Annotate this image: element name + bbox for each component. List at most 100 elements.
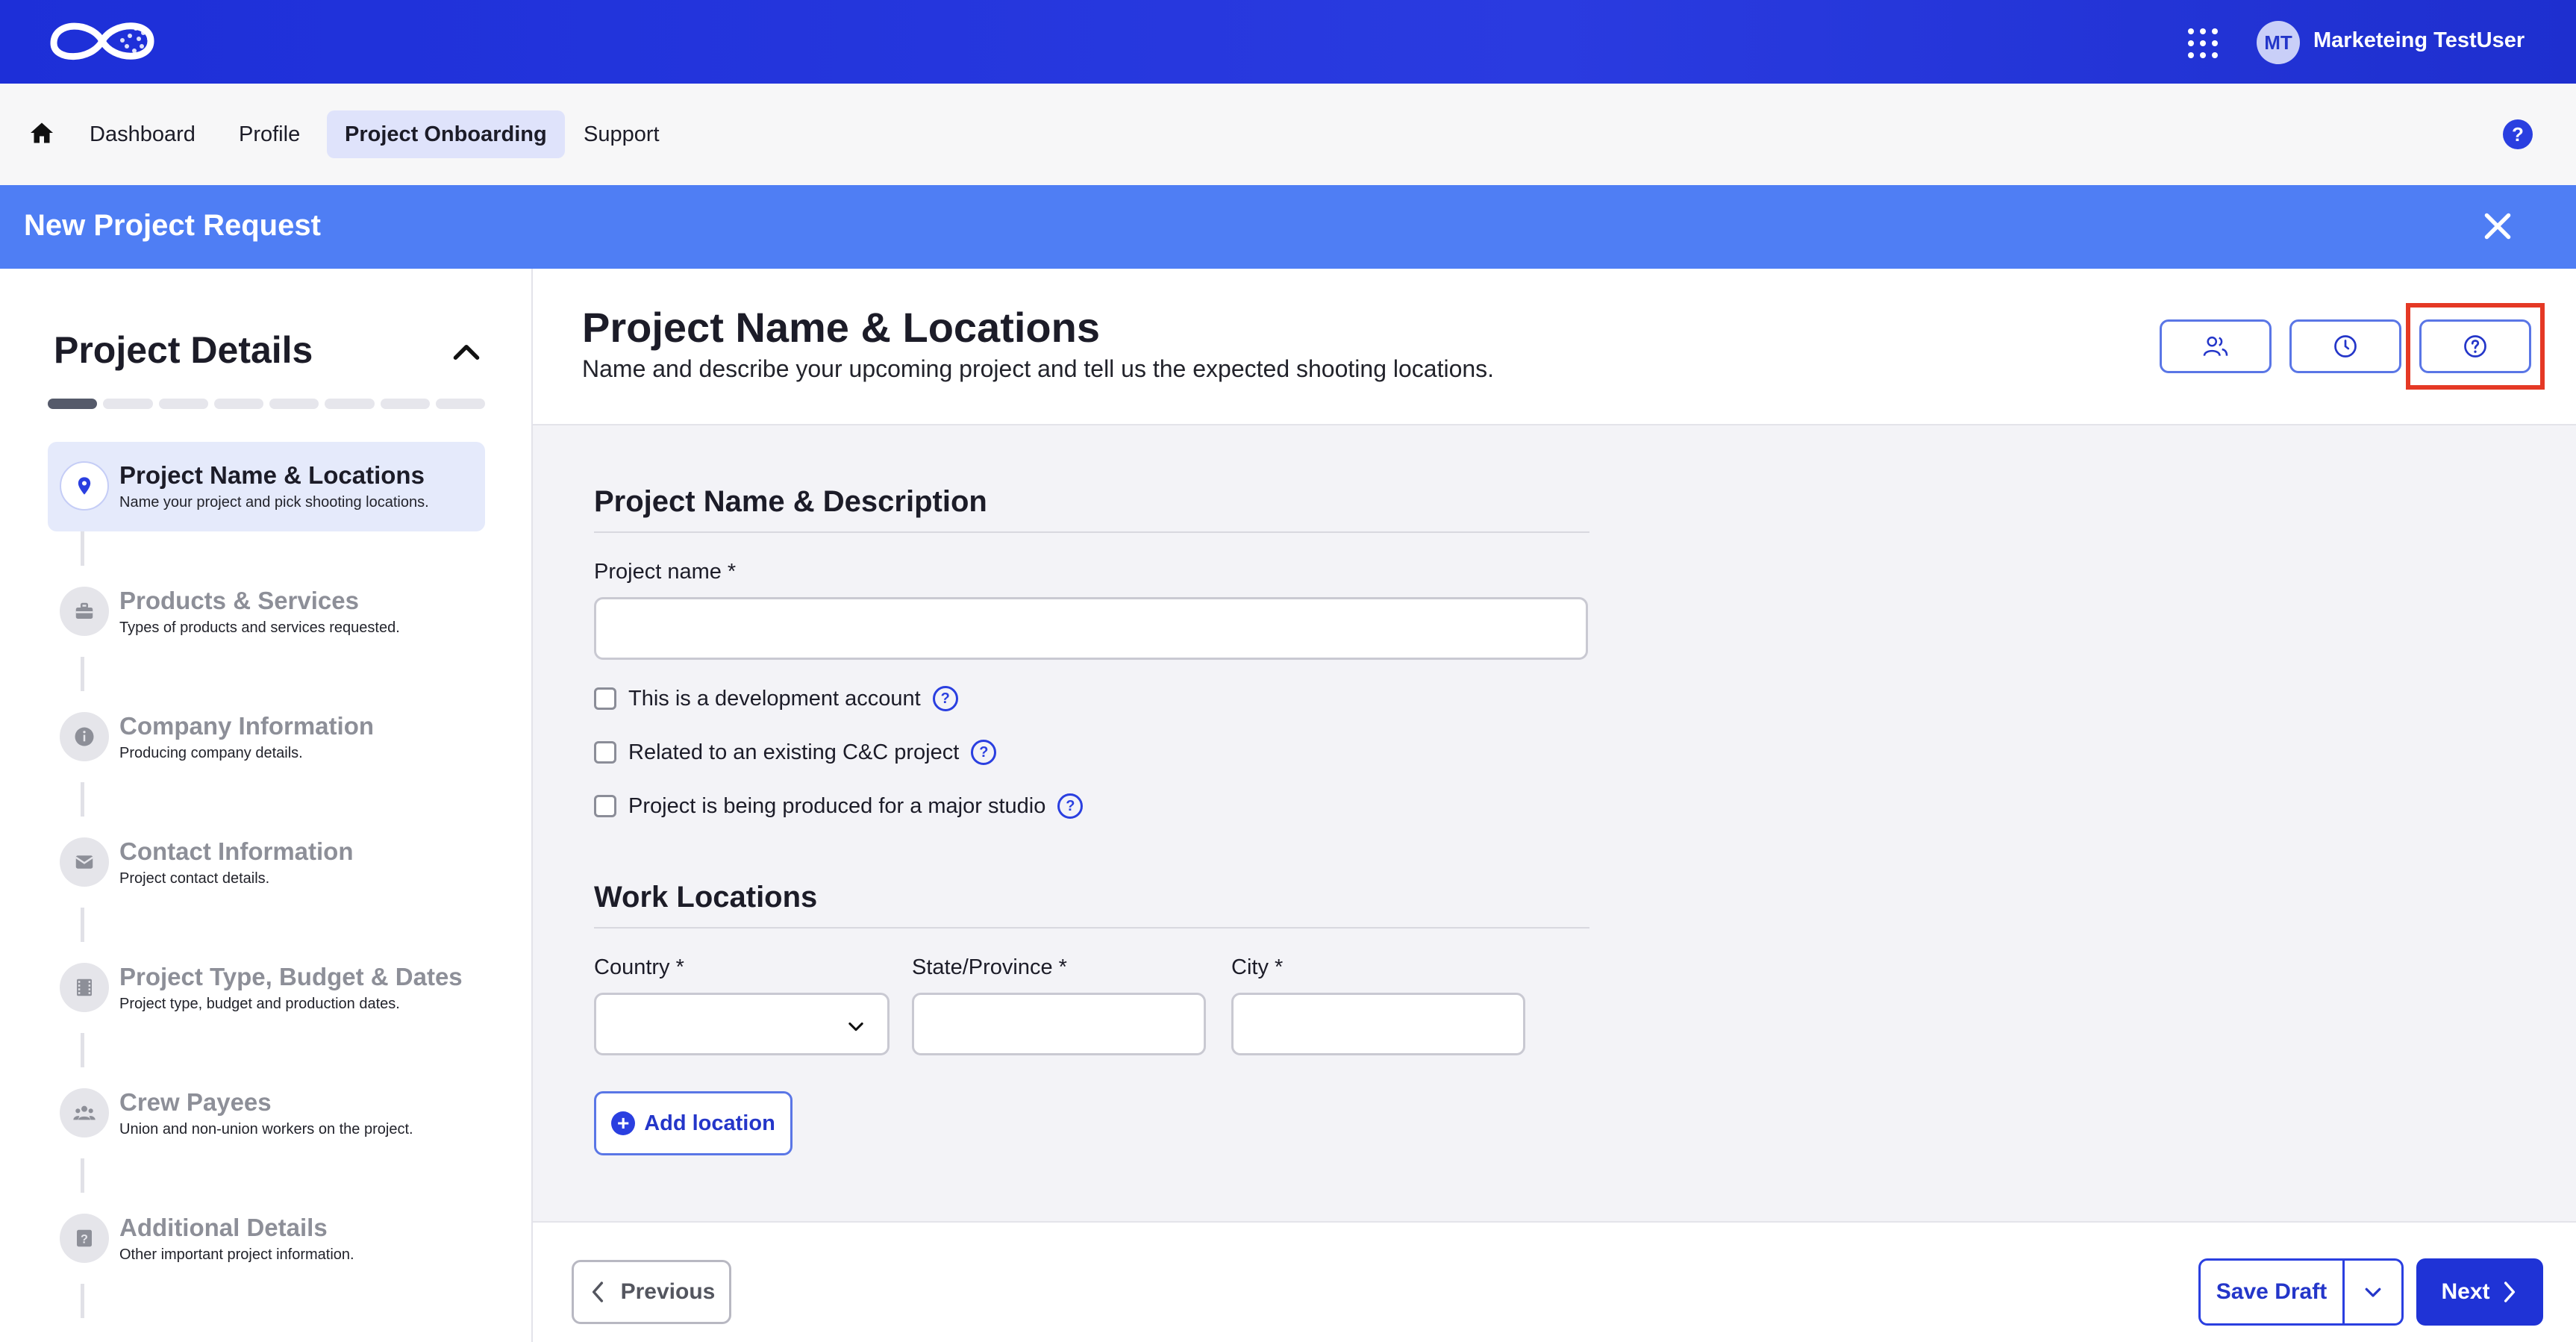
step-desc: Project type, budget and production date… — [119, 996, 400, 1012]
briefcase-icon — [60, 587, 109, 636]
step-name: Project Name & Locations — [119, 461, 425, 489]
progress-segment — [380, 399, 430, 409]
form-area — [533, 425, 2576, 1221]
step-contact-information[interactable]: Contact Information Project contact deta… — [48, 818, 485, 908]
checkbox-label: Related to an existing C&C project — [628, 740, 960, 764]
step-project-type-budget-dates[interactable]: Project Type, Budget & Dates Project typ… — [48, 943, 485, 1033]
city-input[interactable] — [1231, 993, 1525, 1055]
step-name: Crew Payees — [119, 1088, 272, 1116]
help-icon[interactable]: ? — [1057, 793, 1084, 819]
add-location-label: Add location — [644, 1111, 775, 1135]
step-desc: Name your project and pick shooting loca… — [119, 494, 429, 511]
progress-segment — [213, 399, 263, 409]
users-icon — [2203, 336, 2228, 357]
location-pin-icon — [60, 461, 109, 511]
section-title-work-locations: Work Locations — [594, 881, 818, 914]
save-draft-label: Save Draft — [2216, 1279, 2328, 1304]
checkbox-label: Project is being produced for a major st… — [628, 793, 1046, 818]
project-name-label: Project name * — [594, 560, 737, 584]
step-name: Products & Services — [119, 587, 359, 614]
country-label: Country * — [594, 955, 684, 979]
step-name: Contact Information — [119, 837, 354, 865]
nav-profile[interactable]: Profile — [221, 110, 318, 158]
info-icon — [60, 712, 109, 761]
sidebar-title: Project Details — [54, 329, 313, 371]
major-studio-checkbox[interactable] — [594, 795, 616, 817]
development-account-option: This is a development account ? — [594, 684, 958, 714]
nav-dashboard[interactable]: Dashboard — [72, 110, 213, 158]
help-icon[interactable]: ? — [932, 686, 958, 711]
help-icon[interactable]: ? — [2503, 119, 2533, 149]
plus-icon: + — [611, 1111, 636, 1135]
save-draft-button[interactable]: Save Draft — [2198, 1258, 2345, 1326]
company-logo[interactable] — [46, 13, 158, 69]
question-box-icon: ? — [60, 1214, 109, 1263]
divider — [594, 927, 1589, 929]
help-icon[interactable]: ? — [971, 740, 997, 765]
existing-project-checkbox[interactable] — [594, 741, 616, 764]
close-icon[interactable] — [2479, 207, 2516, 245]
progress-segment — [435, 399, 485, 409]
avatar[interactable]: MT — [2257, 21, 2300, 64]
step-connector — [81, 657, 84, 691]
chevron-left-icon — [592, 1282, 603, 1302]
request-header: New Project Request — [0, 185, 2576, 269]
state-input[interactable] — [912, 993, 1206, 1055]
step-connector — [81, 1158, 84, 1193]
people-icon — [60, 1088, 109, 1137]
svg-text:?: ? — [81, 1232, 88, 1246]
step-project-name-locations[interactable]: Project Name & Locations Name your proje… — [48, 442, 485, 531]
chevron-down-icon — [2365, 1288, 2381, 1297]
clock-icon — [2334, 335, 2357, 358]
step-connector — [81, 531, 84, 566]
nav-support[interactable]: Support — [566, 110, 678, 158]
highlight-box — [2406, 303, 2545, 390]
step-connector — [81, 1033, 84, 1067]
step-name: Company Information — [119, 712, 375, 740]
development-account-checkbox[interactable] — [594, 687, 616, 710]
user-name[interactable]: Marketeing TestUser — [2313, 28, 2525, 53]
next-label: Next — [2441, 1279, 2490, 1304]
app-launcher-icon[interactable] — [2188, 28, 2218, 58]
steps-sidebar: Project Details Project Name & Locations… — [0, 269, 533, 1342]
step-connector — [81, 908, 84, 942]
home-icon[interactable] — [28, 119, 55, 146]
step-desc: Types of products and services requested… — [119, 619, 400, 636]
divider — [594, 531, 1589, 533]
progress-segment — [48, 399, 98, 409]
next-button[interactable]: Next — [2416, 1258, 2543, 1326]
project-name-input[interactable] — [594, 597, 1588, 660]
step-additional-details[interactable]: ? Additional Details Other important pro… — [48, 1194, 485, 1284]
step-crew-payees[interactable]: Crew Payees Union and non-union workers … — [48, 1069, 485, 1158]
progress-segment — [325, 399, 375, 409]
state-label: State/Province * — [912, 955, 1067, 979]
chevron-up-icon[interactable] — [448, 334, 485, 372]
progress-segment — [269, 399, 319, 409]
step-connector — [81, 782, 84, 817]
top-bar: MT Marketeing TestUser — [0, 0, 2576, 84]
save-options-dropdown[interactable] — [2342, 1258, 2404, 1326]
envelope-icon — [60, 837, 109, 887]
major-studio-option: Project is being produced for a major st… — [594, 791, 1084, 821]
add-location-button[interactable]: + Add location — [594, 1091, 793, 1155]
section-heading: Project Name & Locations — [582, 304, 1100, 351]
step-company-information[interactable]: Company Information Producing company de… — [48, 693, 485, 782]
previous-label: Previous — [620, 1279, 716, 1304]
progress-segment — [158, 399, 208, 409]
history-button[interactable] — [2289, 319, 2401, 373]
step-name: Project Type, Budget & Dates — [119, 963, 463, 990]
step-desc: Other important project information. — [119, 1246, 354, 1263]
checkbox-label: This is a development account — [628, 686, 921, 711]
step-products-services[interactable]: Products & Services Types of products an… — [48, 567, 485, 657]
progress-segment — [103, 399, 153, 409]
step-connector — [81, 1284, 84, 1318]
city-label: City * — [1231, 955, 1284, 979]
country-select[interactable] — [594, 993, 890, 1055]
step-name: Additional Details — [119, 1214, 328, 1241]
previous-button[interactable]: Previous — [572, 1260, 731, 1324]
page-title: New Project Request — [24, 209, 321, 242]
progress-bar — [48, 399, 485, 409]
nav-project-onboarding[interactable]: Project Onboarding — [327, 110, 565, 158]
collaborators-button[interactable] — [2160, 319, 2272, 373]
section-subtitle: Name and describe your upcoming project … — [582, 355, 1495, 382]
